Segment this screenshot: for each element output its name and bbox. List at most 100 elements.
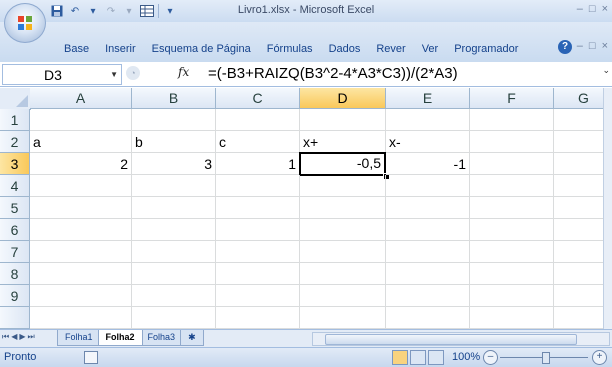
cell-a5[interactable]	[30, 197, 132, 219]
cell-g10[interactable]	[554, 307, 603, 329]
maximize-icon[interactable]: □	[589, 3, 596, 15]
column-header-g[interactable]: G	[554, 88, 603, 109]
cell-g2[interactable]	[554, 131, 603, 153]
next-sheet-icon[interactable]: ▶	[19, 332, 25, 342]
workbook-minimize-icon[interactable]: –	[577, 40, 583, 52]
cell-g3[interactable]	[554, 153, 603, 175]
row-header-1[interactable]: 1	[0, 109, 30, 131]
cell-e6[interactable]	[386, 219, 470, 241]
row-header-6[interactable]: 6	[0, 219, 30, 241]
cell-e3[interactable]: -1	[386, 153, 470, 175]
column-header-a[interactable]: A	[30, 88, 132, 109]
cell-b8[interactable]	[132, 263, 216, 285]
cell-a9[interactable]	[30, 285, 132, 307]
cell-a2[interactable]: a	[30, 131, 132, 153]
cell-d1[interactable]	[300, 109, 386, 131]
horizontal-scroll-thumb[interactable]	[325, 334, 577, 345]
cell-f1[interactable]	[470, 109, 554, 131]
cell-f7[interactable]	[470, 241, 554, 263]
normal-view-icon[interactable]	[392, 350, 408, 365]
tab-formulas[interactable]: Fórmulas	[259, 40, 321, 58]
cell-b5[interactable]	[132, 197, 216, 219]
column-header-e[interactable]: E	[386, 88, 470, 109]
cell-d9[interactable]	[300, 285, 386, 307]
office-button[interactable]	[4, 3, 46, 43]
tab-dados[interactable]: Dados	[321, 40, 369, 58]
cell-d4[interactable]	[300, 175, 386, 197]
sheet-tab-folha1[interactable]: Folha1	[57, 330, 101, 346]
cell-a1[interactable]	[30, 109, 132, 131]
tab-rever[interactable]: Rever	[368, 40, 413, 58]
cell-b3[interactable]: 3	[132, 153, 216, 175]
column-header-c[interactable]: C	[216, 88, 300, 109]
horizontal-scrollbar[interactable]	[312, 332, 610, 346]
cell-e7[interactable]	[386, 241, 470, 263]
tab-ver[interactable]: Ver	[414, 40, 447, 58]
cell-g5[interactable]	[554, 197, 603, 219]
cell-a8[interactable]	[30, 263, 132, 285]
row-header-3[interactable]: 3	[0, 153, 30, 175]
cell-e9[interactable]	[386, 285, 470, 307]
row-header-4[interactable]: 4	[0, 175, 30, 197]
cell-c8[interactable]	[216, 263, 300, 285]
zoom-slider-thumb[interactable]	[542, 352, 550, 364]
worksheet-grid[interactable]: A B C D E F G 1 2 3 4 5 6 7 8 9 a b c x+ x- 2…	[0, 88, 603, 329]
cell-f2[interactable]	[470, 131, 554, 153]
zoom-out-icon[interactable]: –	[483, 350, 498, 365]
cell-c9[interactable]	[216, 285, 300, 307]
tab-esquema-de-pagina[interactable]: Esquema de Página	[144, 40, 259, 58]
cell-e1[interactable]	[386, 109, 470, 131]
cell-c5[interactable]	[216, 197, 300, 219]
cell-a6[interactable]	[30, 219, 132, 241]
cell-f8[interactable]	[470, 263, 554, 285]
insert-function-icon[interactable]: fx	[178, 65, 189, 79]
close-icon[interactable]: ×	[602, 3, 608, 15]
tab-programador[interactable]: Programador	[446, 40, 526, 58]
cell-e4[interactable]	[386, 175, 470, 197]
sheet-tab-folha2[interactable]: Folha2	[97, 330, 143, 346]
help-icon[interactable]: ?	[558, 40, 572, 54]
zoom-in-icon[interactable]: +	[592, 350, 607, 365]
cell-g9[interactable]	[554, 285, 603, 307]
minimize-icon[interactable]: –	[577, 3, 583, 15]
sheet-tab-folha3[interactable]: Folha3	[139, 330, 184, 346]
column-header-d[interactable]: D	[300, 88, 386, 109]
cell-f4[interactable]	[470, 175, 554, 197]
cell-c1[interactable]	[216, 109, 300, 131]
row-header-2[interactable]: 2	[0, 131, 30, 153]
cell-e2[interactable]: x-	[386, 131, 470, 153]
cell-f9[interactable]	[470, 285, 554, 307]
cell-f5[interactable]	[470, 197, 554, 219]
cell-c7[interactable]	[216, 241, 300, 263]
formula-input[interactable]: =(-B3+RAIZQ(B3^2-4*A3*C3))/(2*A3)	[206, 64, 600, 83]
tab-inserir[interactable]: Inserir	[97, 40, 144, 58]
first-sheet-icon[interactable]: ⏮	[2, 332, 9, 342]
cell-f3[interactable]	[470, 153, 554, 175]
cell-b1[interactable]	[132, 109, 216, 131]
row-header-10[interactable]	[0, 307, 30, 329]
cell-d2[interactable]: x+	[300, 131, 386, 153]
cell-d8[interactable]	[300, 263, 386, 285]
cell-c4[interactable]	[216, 175, 300, 197]
cell-a7[interactable]	[30, 241, 132, 263]
name-box-dropdown-icon[interactable]: ▼	[110, 70, 118, 79]
macro-record-icon[interactable]	[84, 351, 98, 364]
cell-a10[interactable]	[30, 307, 132, 329]
cell-e10[interactable]	[386, 307, 470, 329]
cell-e5[interactable]	[386, 197, 470, 219]
cell-d7[interactable]	[300, 241, 386, 263]
cell-c6[interactable]	[216, 219, 300, 241]
workbook-close-icon[interactable]: ×	[602, 40, 608, 52]
cell-a4[interactable]	[30, 175, 132, 197]
cell-b2[interactable]: b	[132, 131, 216, 153]
insert-sheet-icon[interactable]: ✱	[180, 330, 204, 346]
cell-d3[interactable]: -0,5	[299, 152, 386, 176]
page-break-view-icon[interactable]	[428, 350, 444, 365]
cell-f10[interactable]	[470, 307, 554, 329]
page-layout-view-icon[interactable]	[410, 350, 426, 365]
cell-f6[interactable]	[470, 219, 554, 241]
row-header-5[interactable]: 5	[0, 197, 30, 219]
row-header-7[interactable]: 7	[0, 241, 30, 263]
cell-g7[interactable]	[554, 241, 603, 263]
cell-g4[interactable]	[554, 175, 603, 197]
